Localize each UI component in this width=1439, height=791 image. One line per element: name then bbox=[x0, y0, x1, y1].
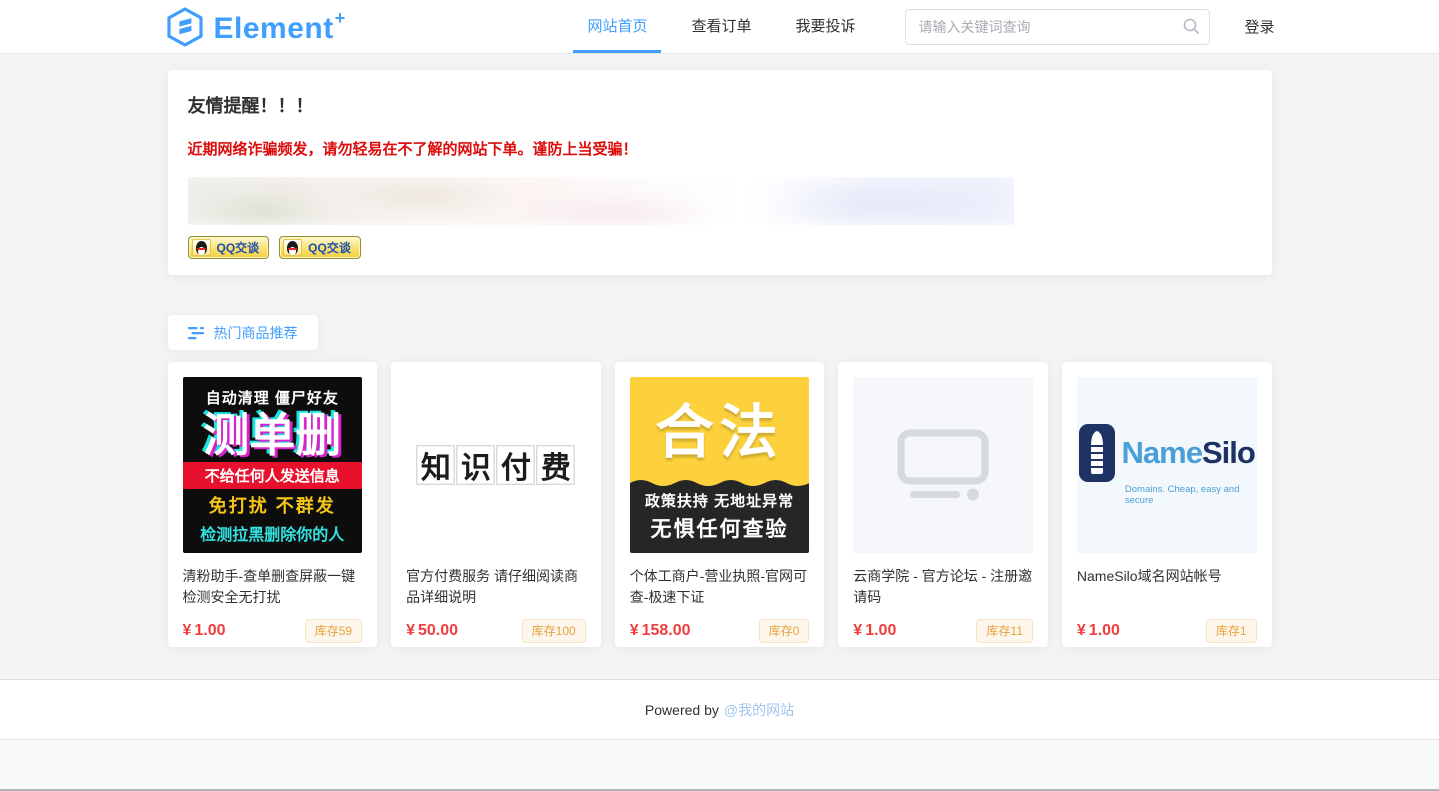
search-icon[interactable] bbox=[1183, 18, 1200, 35]
footer: Powered by @我的网站 bbox=[0, 679, 1439, 739]
nav-tab-complaint[interactable]: 我要投诉 bbox=[773, 0, 877, 53]
product-card-namesilo[interactable]: NameSilo Domains. Cheap, easy and secure… bbox=[1062, 362, 1272, 647]
stock-badge: 库存59 bbox=[305, 619, 362, 643]
main-content: 友情提醒！！！ 近期网络诈骗频发，请勿轻易在不了解的网站下单。谨防上当受骗！ Q… bbox=[0, 54, 1439, 679]
qq-chat-button[interactable]: QQ交谈 bbox=[279, 236, 361, 259]
product-title: 个体工商户-营业执照-官网可查-极速下证 bbox=[630, 566, 810, 608]
monitor-placeholder-icon bbox=[897, 429, 989, 501]
product-image: NameSilo Domains. Cheap, easy and secure bbox=[1077, 377, 1257, 553]
product-title: 清粉助手-查单删查屏蔽一键检测安全无打扰 bbox=[183, 566, 363, 608]
namesilo-silo-icon bbox=[1079, 424, 1115, 482]
stock-badge: 库存100 bbox=[522, 619, 586, 643]
namesilo-tagline: Domains. Cheap, easy and secure bbox=[1125, 484, 1257, 506]
product-image: 合法 政策扶持 无地址异常 无惧任何查验 bbox=[630, 377, 810, 553]
logo-text: Element+ bbox=[214, 8, 346, 46]
product-card-zhishifufei[interactable]: 知 识 付 费 官方付费服务 请仔细阅读商品详细说明 ¥50.00 库存100 bbox=[391, 362, 601, 647]
product-grid: 自动清理 僵尸好友 测单删 不给任何人发送信息 免打扰 不群发 检测拉黑删除你的… bbox=[168, 362, 1272, 647]
qq-button-row: QQ交谈 QQ交谈 bbox=[188, 236, 1252, 259]
product-card-qingfen[interactable]: 自动清理 僵尸好友 测单删 不给任何人发送信息 免打扰 不群发 检测拉黑删除你的… bbox=[168, 362, 378, 647]
product-price: ¥1.00 bbox=[853, 622, 896, 640]
product-price: ¥158.00 bbox=[630, 622, 691, 640]
search-box bbox=[905, 9, 1210, 45]
qq-penguin-icon bbox=[192, 239, 211, 256]
product-card-yingyezhizhao[interactable]: 合法 政策扶持 无地址异常 无惧任何查验 个体工商户-营业执照-官网可查-极速下… bbox=[615, 362, 825, 647]
site-logo[interactable]: Element+ bbox=[165, 7, 346, 47]
element-hexagon-icon bbox=[165, 7, 205, 47]
operation-list-icon bbox=[188, 326, 204, 340]
logo-plus: + bbox=[335, 8, 346, 28]
product-title: 官方付费服务 请仔细阅读商品详细说明 bbox=[406, 566, 586, 608]
login-button[interactable]: 登录 bbox=[1244, 16, 1274, 37]
product-image: 自动清理 僵尸好友 测单删 不给任何人发送信息 免打扰 不群发 检测拉黑删除你的… bbox=[183, 377, 363, 553]
notice-card: 友情提醒！！！ 近期网络诈骗频发，请勿轻易在不了解的网站下单。谨防上当受骗！ Q… bbox=[168, 70, 1272, 275]
notice-title: 友情提醒！！！ bbox=[188, 92, 1252, 118]
nav-tab-orders[interactable]: 查看订单 bbox=[669, 0, 773, 53]
stock-badge: 库存0 bbox=[759, 619, 810, 643]
header: Element+ 网站首页 查看订单 我要投诉 登录 bbox=[0, 0, 1439, 54]
hot-products-header: 热门商品推荐 bbox=[168, 315, 318, 350]
site-link[interactable]: @我的网站 bbox=[724, 700, 794, 720]
product-price: ¥1.00 bbox=[1077, 622, 1120, 640]
stock-badge: 库存11 bbox=[976, 619, 1032, 643]
section-title: 热门商品推荐 bbox=[214, 323, 298, 343]
blurred-notice-image bbox=[188, 177, 1014, 225]
qq-penguin-icon bbox=[283, 239, 302, 256]
product-title: NameSilo域名网站帐号 bbox=[1077, 566, 1257, 608]
search-input[interactable] bbox=[905, 9, 1210, 45]
product-price: ¥50.00 bbox=[406, 622, 458, 640]
powered-by-text: Powered by bbox=[645, 702, 719, 718]
product-card-yunshang[interactable]: 云商学院 - 官方论坛 - 注册邀请码 ¥1.00 库存11 bbox=[838, 362, 1048, 647]
product-image-placeholder bbox=[853, 377, 1033, 553]
stock-badge: 库存1 bbox=[1206, 619, 1257, 643]
bottom-strip bbox=[0, 739, 1439, 791]
nav-tab-home[interactable]: 网站首页 bbox=[565, 0, 669, 53]
qq-chat-button[interactable]: QQ交谈 bbox=[188, 236, 270, 259]
notice-warning-text: 近期网络诈骗频发，请勿轻易在不了解的网站下单。谨防上当受骗！ bbox=[188, 138, 1252, 159]
product-price: ¥1.00 bbox=[183, 622, 226, 640]
product-title: 云商学院 - 官方论坛 - 注册邀请码 bbox=[853, 566, 1033, 608]
product-image: 知 识 付 费 bbox=[406, 377, 586, 553]
